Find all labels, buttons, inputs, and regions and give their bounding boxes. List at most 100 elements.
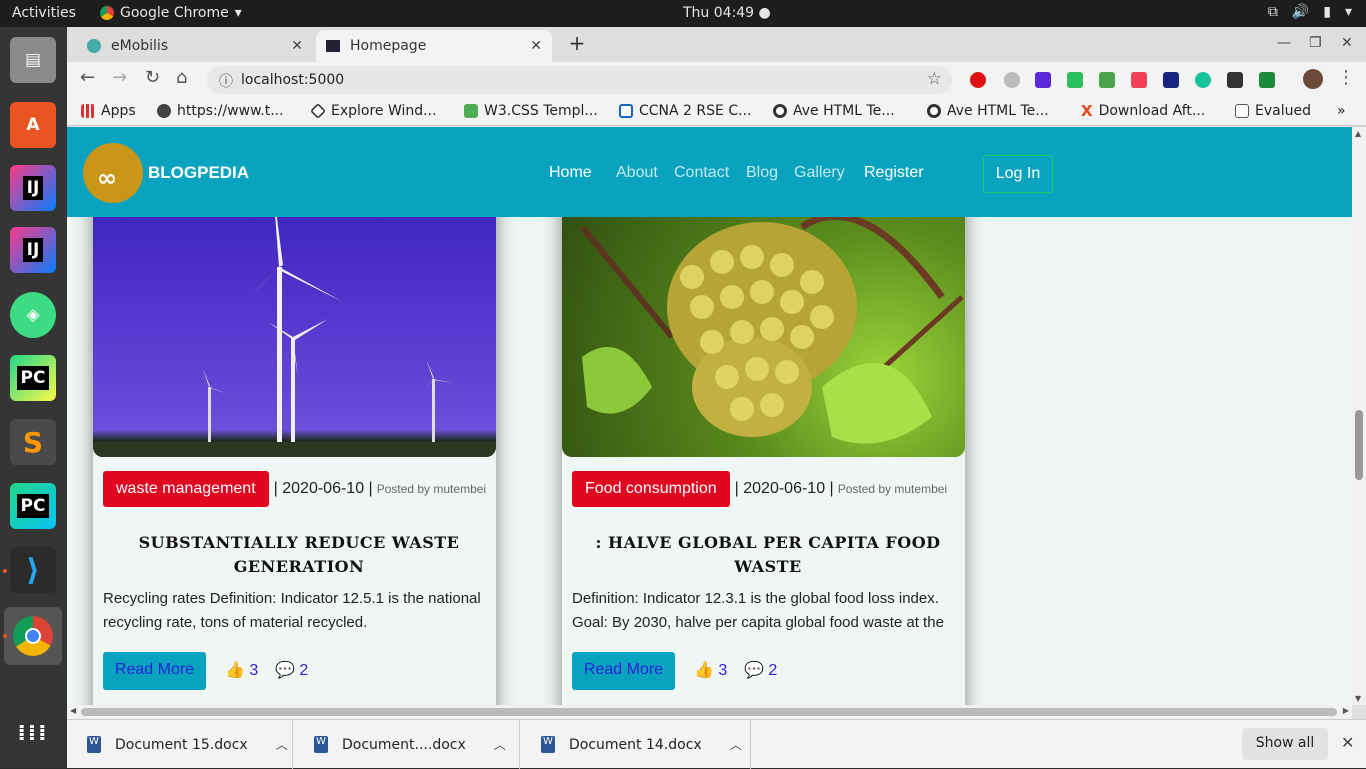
bookmark-item[interactable]: Ave HTML Te... (927, 103, 1049, 119)
scrollbar-thumb[interactable] (1355, 410, 1363, 480)
scrollbar-thumb[interactable] (81, 708, 1337, 716)
scroll-right-icon[interactable]: ▶ (1343, 706, 1349, 715)
download-item[interactable]: W Document 15.docx ︿ (67, 720, 293, 769)
extension-icon[interactable] (1163, 72, 1179, 88)
tab-strip: eMobilis ✕ Homepage ✕ + — ❐ ✕ (67, 27, 1366, 62)
forward-icon[interactable]: → (112, 67, 127, 88)
grammarly-icon[interactable] (1195, 72, 1211, 88)
avatar[interactable] (1303, 69, 1323, 89)
nav-about[interactable]: About (616, 164, 658, 182)
category-badge[interactable]: waste management (103, 471, 269, 507)
extension-icon[interactable] (1035, 72, 1051, 88)
close-icon[interactable]: ✕ (1341, 733, 1354, 752)
minimize-icon[interactable]: — (1277, 35, 1291, 51)
tab-emobilis[interactable]: eMobilis ✕ (77, 30, 313, 62)
chevron-up-icon[interactable]: ︿ (494, 736, 506, 753)
close-window-icon[interactable]: ✕ (1341, 35, 1353, 51)
activities-button[interactable]: Activities (12, 5, 76, 21)
diamond-icon (310, 103, 326, 119)
scroll-up-icon[interactable]: ▲ (1355, 129, 1361, 138)
adblock-icon[interactable] (970, 72, 986, 88)
comment-icon: 💬 (744, 662, 764, 679)
bookmark-item[interactable]: Ave HTML Te... (773, 103, 895, 119)
post-image[interactable] (562, 187, 965, 457)
show-all-button[interactable]: Show all (1242, 728, 1328, 760)
w3css-icon (464, 104, 478, 118)
close-icon[interactable]: ✕ (530, 38, 542, 54)
new-tab-button[interactable]: + (566, 33, 588, 55)
tab-title: Homepage (350, 38, 427, 54)
bookmark-item[interactable]: Evalued (1235, 103, 1311, 119)
software-center-icon[interactable]: A (10, 102, 56, 148)
system-top-bar: Activities Google Chrome ▾ Thu 04:49 ● ⧉… (0, 0, 1366, 27)
chevron-up-icon[interactable]: ︿ (730, 736, 742, 753)
comments-count[interactable]: 💬 2 (275, 660, 308, 680)
bookmark-item[interactable]: https://www.t... (157, 103, 284, 119)
horizontal-scrollbar[interactable]: ◀ ▶ (67, 705, 1352, 719)
extension-icon[interactable] (1099, 72, 1115, 88)
nav-home[interactable]: Home (549, 164, 592, 182)
intellij-icon[interactable]: IJ (10, 165, 56, 211)
login-button[interactable]: Log In (983, 155, 1053, 193)
comments-count[interactable]: 💬 2 (744, 660, 777, 680)
files-icon[interactable]: ▤ (10, 37, 56, 83)
sdg-logo[interactable]: ∞ (83, 143, 143, 203)
category-badge[interactable]: Food consumption (572, 471, 730, 507)
bookmark-item[interactable]: CCNA 2 RSE C... (619, 103, 751, 119)
nav-gallery[interactable]: Gallery (794, 164, 845, 182)
tab-homepage[interactable]: Homepage ✕ (316, 30, 552, 62)
menu-icon[interactable]: ⋮ (1337, 67, 1355, 88)
pycharm-ce-icon[interactable]: PC (10, 483, 56, 529)
chart-icon (1235, 104, 1249, 118)
bookmark-item[interactable]: Explore Wind... (310, 103, 437, 119)
home-icon[interactable]: ⌂ (176, 67, 187, 88)
chrome-icon[interactable] (4, 607, 62, 665)
vscode-icon[interactable]: ⟩ (10, 547, 56, 593)
notification-dot-icon: ● (758, 5, 771, 21)
likes-count[interactable]: 👍 3 (694, 660, 727, 680)
bookmark-apps[interactable]: Apps (81, 103, 136, 119)
system-tray[interactable]: ⧉ 🔊 ▮ ▾ (1268, 4, 1352, 20)
scroll-down-icon[interactable]: ▼ (1355, 694, 1361, 703)
chevron-up-icon[interactable]: ︿ (276, 736, 288, 753)
close-icon[interactable]: ✕ (291, 38, 303, 54)
download-item[interactable]: W Document....docx ︿ (294, 720, 520, 769)
bookmark-item[interactable]: W3.CSS Templ... (464, 103, 598, 119)
sublime-text-icon[interactable]: S (10, 419, 56, 465)
clock[interactable]: Thu 04:49 ● (683, 5, 771, 21)
address-bar[interactable]: ⓘ localhost:5000 ☆ (207, 66, 952, 94)
read-more-button[interactable]: Read More (572, 652, 675, 690)
extension-icon[interactable] (1259, 72, 1275, 88)
pycharm-icon[interactable]: PC (10, 355, 56, 401)
extension-icon[interactable] (1004, 72, 1020, 88)
pocket-icon[interactable] (1131, 72, 1147, 88)
site-navbar: ∞ BLOGPEDIA Home About Contact Blog Gall… (67, 127, 1352, 217)
android-studio-icon[interactable]: ◈ (10, 292, 56, 338)
site-brand[interactable]: BLOGPEDIA (148, 163, 249, 183)
scroll-left-icon[interactable]: ◀ (70, 706, 76, 715)
star-icon[interactable]: ☆ (927, 69, 942, 89)
nav-contact[interactable]: Contact (674, 164, 729, 182)
thumbs-up-icon: 👍 (225, 662, 245, 679)
back-icon[interactable]: ← (80, 67, 95, 88)
nav-blog[interactable]: Blog (746, 164, 778, 182)
post-card: Food consumption | 2020-06-10 | Posted b… (562, 187, 965, 705)
extension-icon[interactable] (1227, 72, 1243, 88)
post-image[interactable] (93, 187, 496, 457)
info-icon[interactable]: ⓘ (219, 71, 233, 91)
intellij-ce-icon[interactable]: IJ (10, 227, 56, 273)
show-applications-icon[interactable]: ⁞⁞⁞ (10, 711, 56, 757)
chrome-icon (100, 6, 114, 20)
chevron-down-icon: ▾ (1344, 4, 1352, 20)
reload-icon[interactable]: ↻ (145, 67, 160, 88)
nav-register[interactable]: Register (864, 164, 924, 182)
download-item[interactable]: W Document 14.docx ︿ (521, 720, 751, 769)
evernote-icon[interactable] (1067, 72, 1083, 88)
vertical-scrollbar[interactable]: ▲ ▼ (1352, 127, 1366, 705)
maximize-icon[interactable]: ❐ (1309, 35, 1322, 51)
bookmarks-overflow-icon[interactable]: » (1337, 103, 1346, 119)
bookmark-item[interactable]: X Download Aft... (1081, 103, 1205, 119)
read-more-button[interactable]: Read More (103, 652, 206, 690)
app-menu[interactable]: Google Chrome ▾ (100, 5, 242, 21)
likes-count[interactable]: 👍 3 (225, 660, 258, 680)
